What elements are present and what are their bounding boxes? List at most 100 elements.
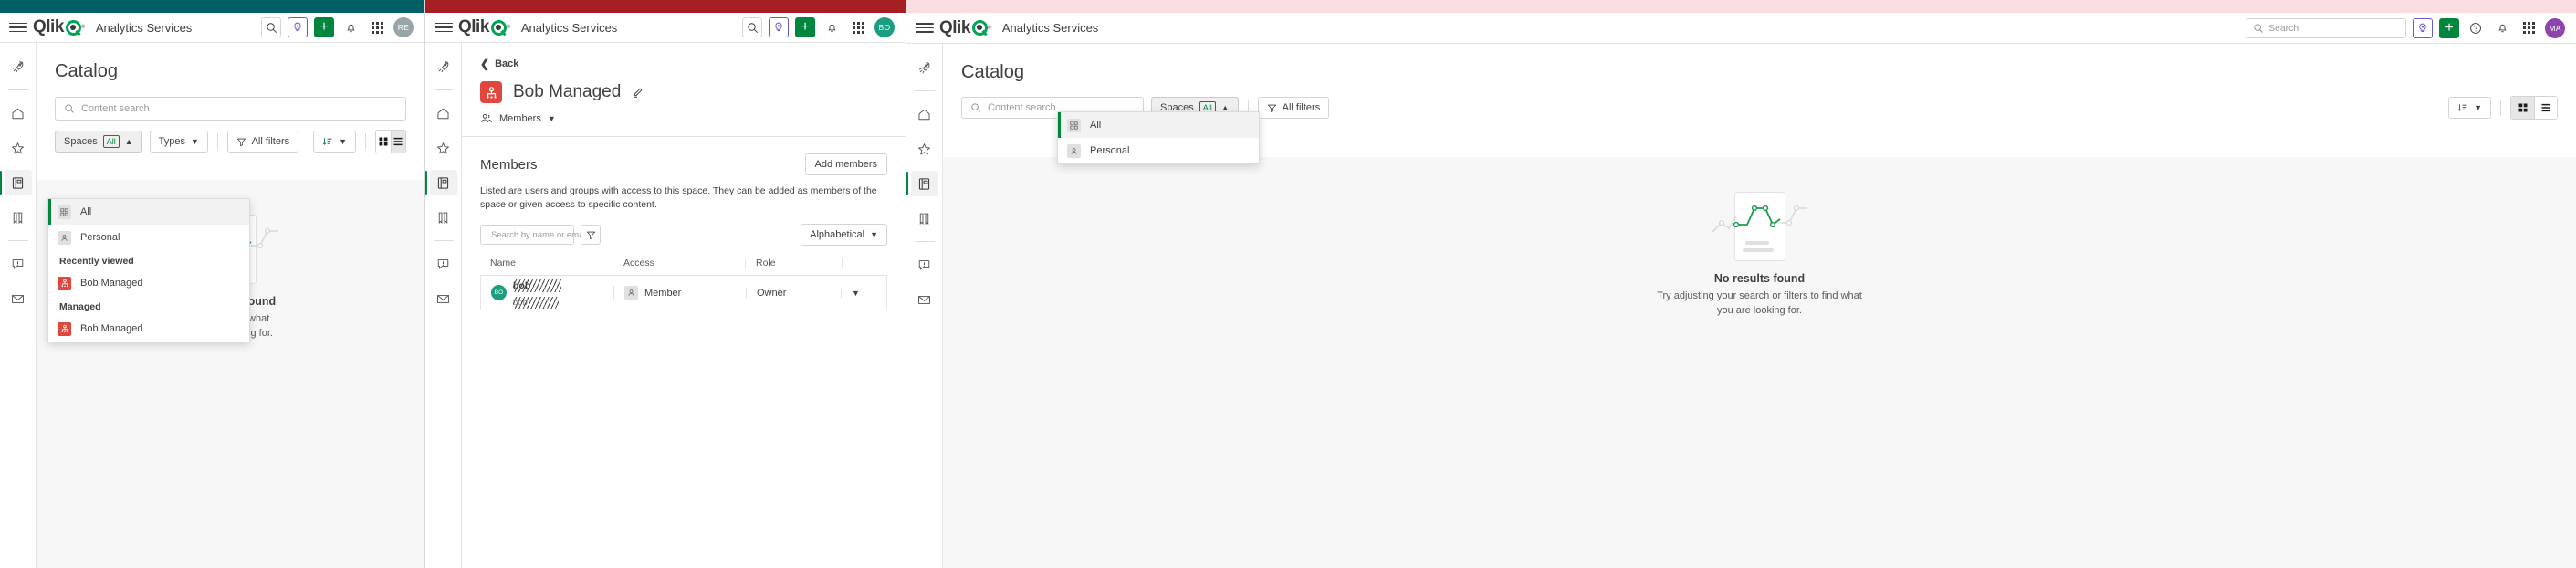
- sidebar-item-catalog[interactable]: [906, 171, 938, 196]
- notifications-icon[interactable]: [340, 17, 361, 37]
- tenant-name: Analytics Services: [95, 20, 193, 35]
- add-members-button[interactable]: Add members: [804, 153, 887, 175]
- chevron-down-icon: ▼: [547, 114, 556, 123]
- top-navigation-bar: Qlik ® Analytics Services + BO: [425, 13, 906, 43]
- create-icon[interactable]: +: [795, 17, 815, 37]
- toolbar-divider: [216, 133, 218, 150]
- sidebar-item-alerts[interactable]: [430, 251, 457, 277]
- sidebar-item-home[interactable]: [430, 100, 457, 126]
- page-title: Catalog: [55, 61, 118, 81]
- avatar[interactable]: BO: [874, 17, 895, 37]
- spaces-dropdown-item-personal[interactable]: Personal: [48, 225, 249, 250]
- top-nav-icons: + RE: [261, 17, 419, 37]
- sidebar-item-rocket[interactable]: [911, 55, 938, 80]
- sidebar-item-subscriptions[interactable]: [430, 286, 457, 311]
- spaces-dropdown-item-all[interactable]: All: [1058, 112, 1259, 138]
- accent-bar: [906, 0, 2576, 13]
- member-actions-cell[interactable]: ▼: [841, 288, 886, 298]
- search-icon[interactable]: [261, 17, 281, 37]
- pencil-icon[interactable]: [632, 87, 644, 99]
- insight-advisor-icon[interactable]: [288, 17, 308, 37]
- avatar: BO: [491, 285, 507, 301]
- app-launcher-icon[interactable]: [848, 17, 868, 37]
- list-view-button[interactable]: [2534, 97, 2557, 119]
- person-icon: [1067, 143, 1081, 158]
- sidebar-item-catalog[interactable]: [425, 170, 457, 195]
- spaces-dropdown-item-bob-managed[interactable]: Bob Managed: [48, 316, 249, 342]
- spaces-dropdown-label: All: [80, 206, 92, 217]
- chevron-down-icon[interactable]: ▼: [852, 289, 860, 298]
- sort-button[interactable]: ▼: [2448, 97, 2491, 119]
- left-navigation-rail: [906, 44, 943, 568]
- tab-members[interactable]: Members ▼: [462, 103, 906, 137]
- sidebar-item-subscriptions[interactable]: [5, 286, 32, 311]
- members-heading: Members: [480, 156, 538, 173]
- sidebar-item-bookmarks[interactable]: [5, 205, 32, 230]
- sidebar-item-catalog[interactable]: [0, 170, 32, 195]
- sidebar-item-subscriptions[interactable]: [911, 287, 938, 312]
- table-row[interactable]: BO bob bob Member Owner ▼: [480, 276, 887, 311]
- search-icon[interactable]: [742, 17, 762, 37]
- sidebar-item-rocket[interactable]: [5, 54, 32, 79]
- spaces-dropdown-label: Personal: [80, 232, 120, 243]
- grid-view-button[interactable]: [375, 131, 391, 153]
- column-header-access: Access: [613, 258, 745, 269]
- app-launcher-icon[interactable]: [2518, 17, 2539, 38]
- main-content: Catalog Content search Spaces All ▲ Type…: [37, 43, 424, 568]
- avatar[interactable]: MA: [2545, 17, 2565, 38]
- qlik-logo[interactable]: Qlik ®: [458, 17, 510, 37]
- sort-button[interactable]: ▼: [313, 131, 357, 153]
- notifications-icon[interactable]: [2492, 17, 2512, 38]
- sidebar-item-alerts[interactable]: [5, 251, 32, 277]
- list-view-button[interactable]: [390, 131, 405, 153]
- sidebar-item-favorites[interactable]: [5, 135, 32, 161]
- members-sort-select[interactable]: Alphabetical ▼: [801, 224, 887, 247]
- insight-advisor-icon[interactable]: [2413, 17, 2433, 38]
- notifications-icon[interactable]: [822, 17, 842, 37]
- spaces-dropdown-item-personal[interactable]: Personal: [1058, 138, 1259, 163]
- sidebar-item-rocket[interactable]: [430, 54, 457, 79]
- registered-mark: ®: [987, 25, 991, 31]
- create-icon[interactable]: +: [2439, 17, 2459, 38]
- members-table-header: Name Access Role: [480, 258, 887, 277]
- sidebar-item-home[interactable]: [5, 100, 32, 126]
- insight-advisor-icon[interactable]: [769, 17, 789, 37]
- content-search-input[interactable]: Content search: [55, 97, 406, 121]
- sidebar-item-bookmarks[interactable]: [430, 205, 457, 230]
- toolbar-divider-2: [365, 133, 366, 150]
- create-icon[interactable]: +: [314, 17, 334, 37]
- app-launcher-icon[interactable]: [367, 17, 387, 37]
- sidebar-item-favorites[interactable]: [911, 136, 938, 162]
- sidebar-item-home[interactable]: [911, 101, 938, 127]
- sidebar-item-bookmarks[interactable]: [911, 205, 938, 231]
- sidebar-item-favorites[interactable]: [430, 135, 457, 161]
- all-filters-label: All filters: [1282, 102, 1321, 113]
- members-search-input[interactable]: Search by name or email: [480, 225, 588, 246]
- content-search-placeholder: Content search: [988, 102, 1056, 113]
- types-filter-button[interactable]: Types ▼: [149, 131, 208, 153]
- spaces-dropdown-item-bob-managed-recent[interactable]: Bob Managed: [48, 270, 249, 296]
- avatar[interactable]: RE: [393, 17, 414, 37]
- space-title-row: Bob Managed: [462, 70, 906, 103]
- menu-toggle-button[interactable]: [916, 19, 934, 37]
- rail-divider-2: [914, 241, 935, 242]
- search-input[interactable]: Search: [2246, 17, 2406, 38]
- help-icon[interactable]: [2466, 17, 2486, 38]
- member-role-cell: Owner: [746, 287, 841, 299]
- spaces-filter-button[interactable]: Spaces All ▲: [55, 131, 142, 153]
- menu-toggle-button[interactable]: [435, 18, 453, 37]
- tenant-name: Analytics Services: [1001, 21, 1099, 35]
- qlik-logo[interactable]: Qlik ®: [939, 18, 991, 38]
- qlik-logo[interactable]: Qlik ®: [33, 17, 85, 37]
- all-filters-button[interactable]: All filters: [1257, 97, 1330, 119]
- sidebar-item-alerts[interactable]: [911, 252, 938, 278]
- members-filter-button[interactable]: [581, 225, 601, 246]
- screenshot-stage: Qlik ® Analytics Services + RE Catalog C…: [0, 0, 2576, 568]
- menu-toggle-button[interactable]: [9, 18, 27, 37]
- grid-view-button[interactable]: [2511, 97, 2534, 119]
- all-filters-button[interactable]: All filters: [226, 131, 299, 153]
- back-button[interactable]: ❮ Back: [462, 43, 906, 70]
- spaces-dropdown-item-all[interactable]: All: [48, 199, 249, 225]
- qlik-q-icon: [490, 19, 507, 36]
- spaces-dropdown-menu: All Personal: [1057, 111, 1260, 164]
